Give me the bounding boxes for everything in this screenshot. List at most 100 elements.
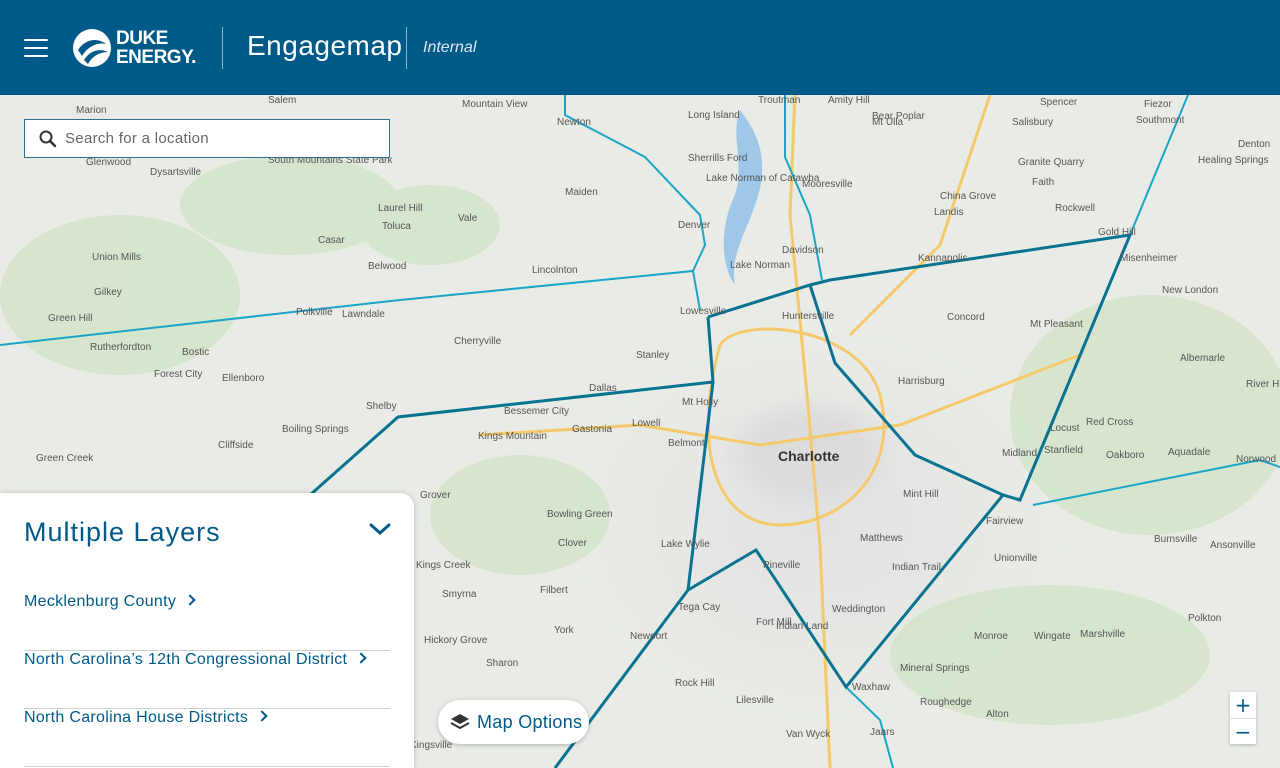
header-divider bbox=[222, 27, 223, 69]
map-place-label: Midland bbox=[1002, 448, 1038, 459]
map-place-label: Weddington bbox=[832, 604, 886, 615]
chevron-right-icon bbox=[184, 594, 196, 606]
map-place-label: Davidson bbox=[782, 245, 824, 256]
search-icon bbox=[39, 130, 57, 147]
chevron-right-icon bbox=[355, 652, 367, 664]
layer-item-mecklenburg-county[interactable]: Mecklenburg County bbox=[24, 593, 390, 651]
map-place-label: Indian Land bbox=[776, 621, 829, 632]
map-place-label: Albemarle bbox=[1180, 353, 1226, 364]
map-place-label: Toluca bbox=[382, 221, 411, 232]
menu-icon[interactable] bbox=[24, 39, 48, 57]
map-place-label: Tega Cay bbox=[678, 602, 721, 613]
map-place-label: Polkton bbox=[1188, 613, 1222, 624]
chevron-down-icon[interactable] bbox=[366, 519, 394, 539]
map-place-label: Fiezor bbox=[1144, 99, 1172, 110]
map-place-label: Casar bbox=[318, 235, 345, 246]
map-place-label: Long Island bbox=[688, 110, 740, 121]
map-place-label: York bbox=[554, 625, 574, 636]
map-place-label: Kings Mountain bbox=[478, 431, 547, 442]
map-place-label: Smyrna bbox=[442, 589, 477, 600]
map-place-label: New London bbox=[1162, 285, 1219, 296]
map-place-label: Dallas bbox=[589, 383, 617, 394]
map-place-label: Salem bbox=[268, 95, 297, 106]
layer-item-nc-house-districts[interactable]: North Carolina House Districts bbox=[24, 709, 390, 767]
map-place-label: Mooresville bbox=[802, 179, 853, 190]
map-options-button[interactable]: Map Options bbox=[438, 700, 589, 744]
map-place-label: Mt Holly bbox=[682, 397, 719, 408]
map-place-label: Bostic bbox=[182, 347, 210, 358]
brand-wordmark: DUKE ENERGY. bbox=[116, 29, 196, 67]
map-place-label: Oakboro bbox=[1106, 450, 1145, 461]
map-place-label: Cherryville bbox=[454, 336, 502, 347]
map-place-label: Filbert bbox=[540, 585, 568, 596]
map-place-label: Fairview bbox=[986, 516, 1024, 527]
search-box[interactable] bbox=[24, 119, 390, 158]
duke-energy-logo[interactable]: DUKE ENERGY. bbox=[72, 28, 196, 68]
map-place-label: Newport bbox=[630, 631, 668, 642]
map-place-label: Southmont bbox=[1136, 115, 1185, 126]
map-place-label: Forest City bbox=[154, 369, 203, 380]
map-place-label: Ellenboro bbox=[222, 373, 265, 384]
layer-label-text: North Carolina House Districts bbox=[24, 709, 249, 726]
map-place-label: Union Mills bbox=[92, 252, 141, 263]
map-place-label: Faith bbox=[1032, 177, 1055, 188]
map-place-label: Maiden bbox=[565, 187, 598, 198]
map-place-label: Stanley bbox=[636, 350, 670, 361]
map-place-label: Huntersville bbox=[782, 311, 835, 322]
layer-item-label: Mecklenburg County bbox=[24, 593, 196, 611]
map-place-label: Charlotte bbox=[778, 448, 840, 464]
map-place-label: Bessemer City bbox=[504, 406, 570, 417]
map-place-label: Rockwell bbox=[1055, 203, 1096, 214]
lake-norman bbox=[723, 110, 763, 285]
map-place-label: Polkville bbox=[296, 307, 333, 318]
map-options-label: Map Options bbox=[477, 711, 583, 732]
map-place-label: Pineville bbox=[763, 560, 801, 571]
zoom-control: + − bbox=[1230, 692, 1256, 744]
map-place-label: Newton bbox=[557, 117, 591, 128]
search-input[interactable] bbox=[57, 120, 389, 157]
map-place-label: Burnsville bbox=[1154, 534, 1198, 545]
map-place-label: Monroe bbox=[974, 631, 1008, 642]
map-place-label: Rutherfordton bbox=[90, 342, 152, 353]
map-place-label: Green Hill bbox=[48, 313, 93, 324]
map-place-label: Bear Poplar bbox=[872, 111, 925, 122]
layer-item-label: North Carolina House Districts bbox=[24, 709, 268, 727]
map-place-label: Misenheimer bbox=[1120, 253, 1178, 264]
map-place-label: Vale bbox=[458, 213, 478, 224]
layer-item-nc-12th-congressional-district[interactable]: North Carolina’s 12th Congressional Dist… bbox=[24, 651, 390, 709]
zoom-out-button[interactable]: − bbox=[1230, 718, 1256, 744]
map-place-label: Marion bbox=[76, 105, 107, 116]
map-place-label: China Grove bbox=[940, 191, 997, 202]
map-place-label: Granite Quarry bbox=[1018, 157, 1085, 168]
map-place-label: Indian Trail bbox=[892, 562, 941, 573]
map-place-label: Aquadale bbox=[1168, 447, 1211, 458]
map-place-label: Hickory Grove bbox=[424, 635, 488, 646]
map-place-label: Lake Wylie bbox=[661, 539, 710, 550]
map-place-label: Gold Hill bbox=[1098, 227, 1136, 238]
header-divider bbox=[406, 27, 407, 69]
map-place-label: Laurel Hill bbox=[378, 203, 423, 214]
map-place-label: Marshville bbox=[1080, 629, 1126, 640]
map-place-label: Shelby bbox=[366, 401, 397, 412]
map-place-label: Belmont bbox=[668, 438, 705, 449]
map-place-label: Mint Hill bbox=[903, 489, 939, 500]
map-place-label: Mineral Springs bbox=[900, 663, 970, 674]
map-place-label: Sherrills Ford bbox=[688, 153, 748, 164]
map-place-label: Van Wyck bbox=[786, 729, 831, 740]
app-subtitle: Internal bbox=[423, 39, 477, 56]
map-place-label: Matthews bbox=[860, 533, 903, 544]
map-place-label: Lowell bbox=[632, 418, 661, 429]
map-place-label: Bowling Green bbox=[547, 509, 613, 520]
map-place-label: Lilesville bbox=[736, 695, 774, 706]
map-place-label: Mountain View bbox=[462, 99, 528, 110]
map-place-label: Kings Creek bbox=[416, 560, 471, 571]
map-place-label: Cliffside bbox=[218, 440, 254, 451]
app-title: Engagemap bbox=[247, 30, 403, 61]
map-place-label: Gilkey bbox=[94, 287, 122, 298]
map-place-label: Belwood bbox=[368, 261, 407, 272]
map-place-label: Alton bbox=[986, 709, 1009, 720]
map-place-label: Dysartsville bbox=[150, 167, 202, 178]
map-place-label: Glenwood bbox=[86, 157, 132, 168]
map-place-label: Grover bbox=[420, 490, 451, 501]
zoom-in-button[interactable]: + bbox=[1230, 692, 1256, 718]
